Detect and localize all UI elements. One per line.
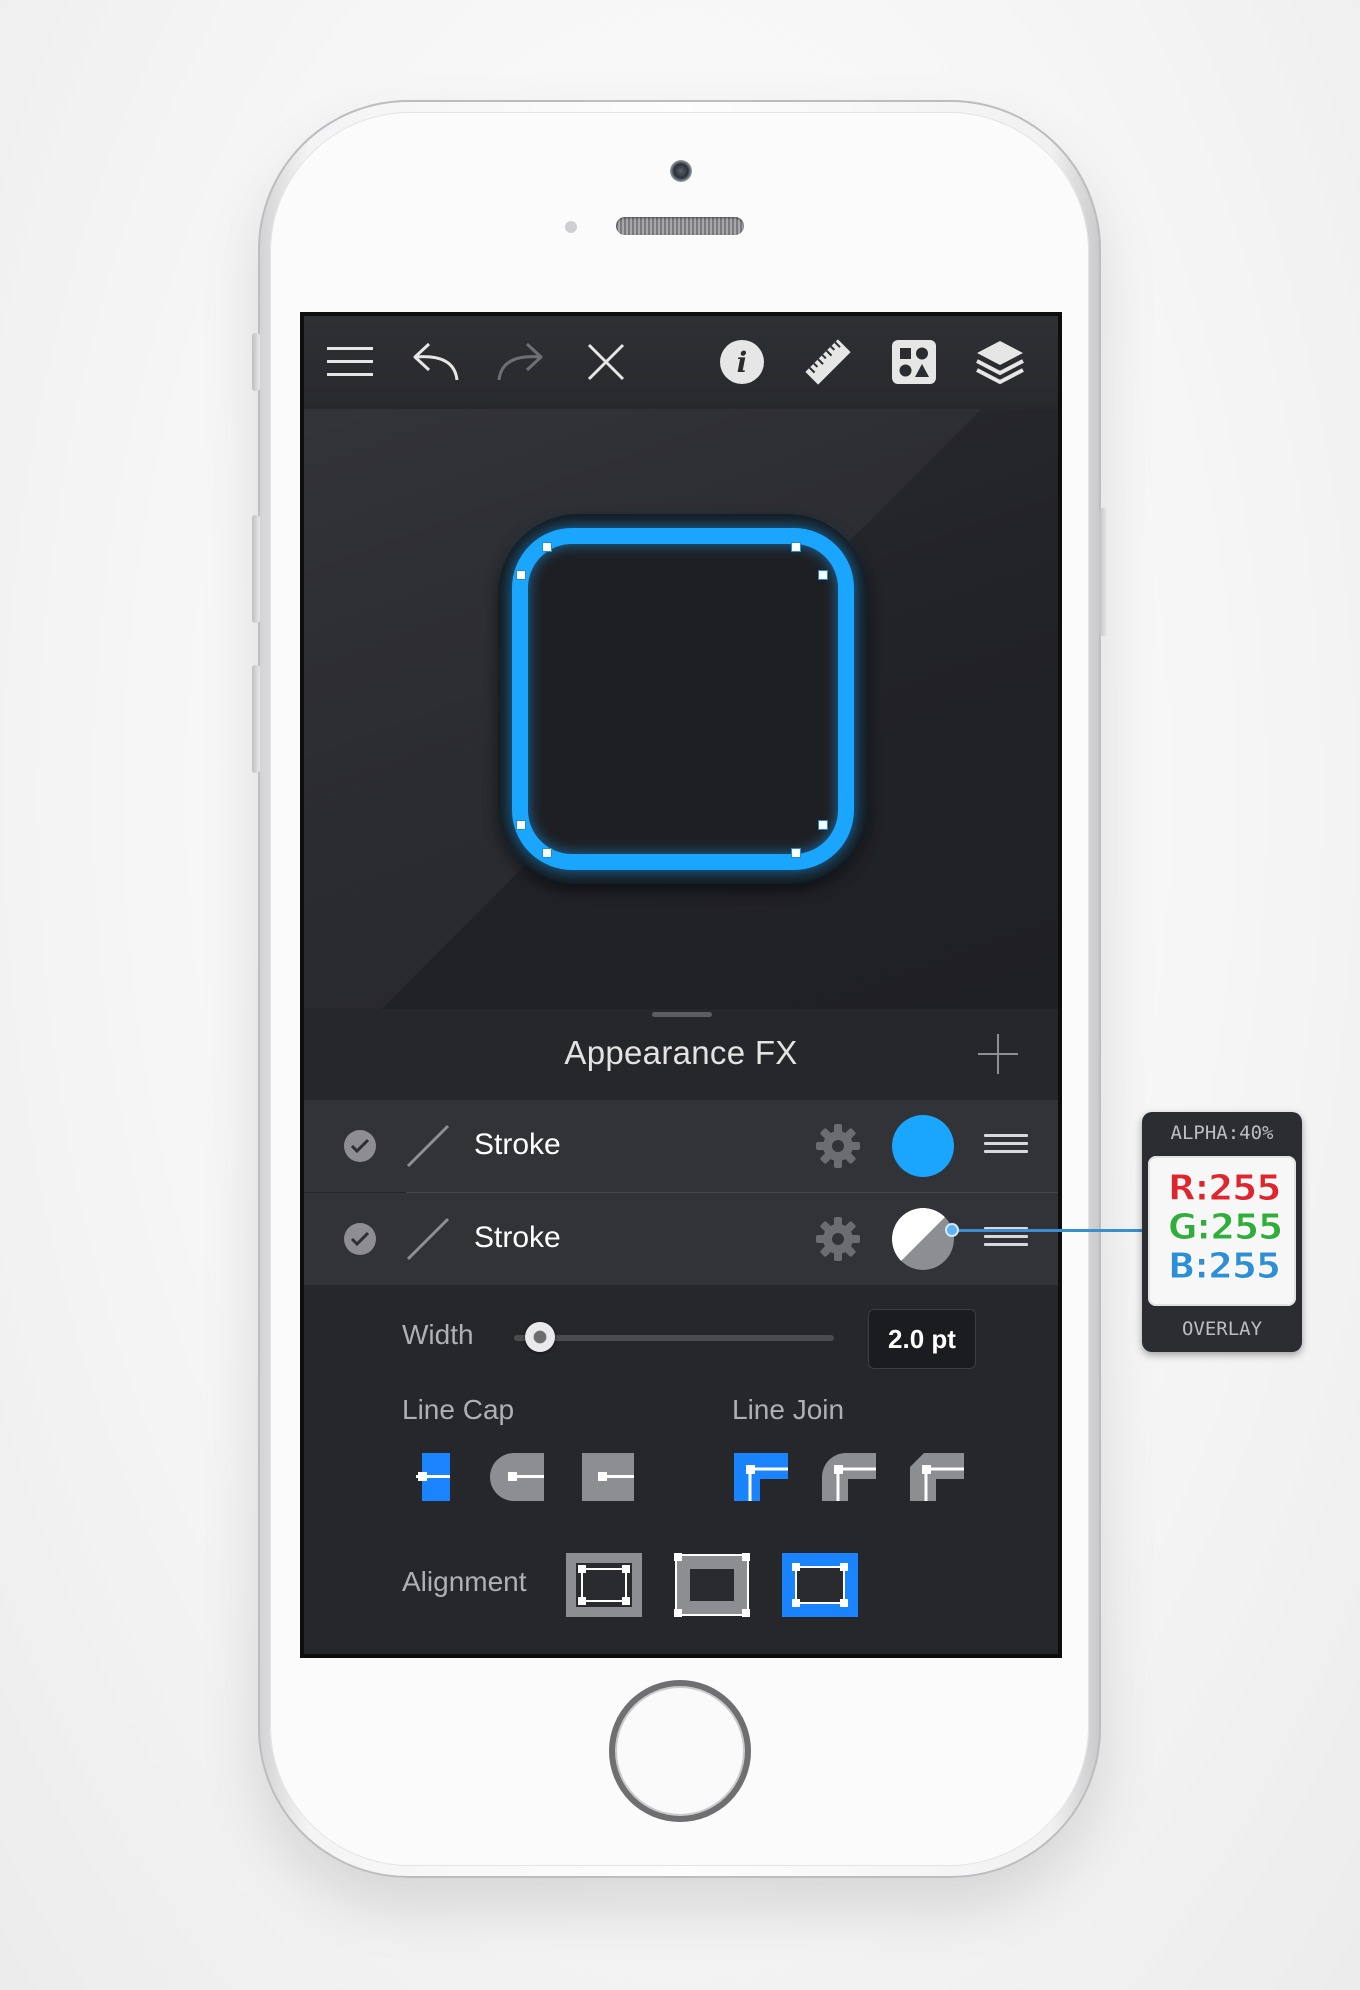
stroke-line-icon [406, 1217, 450, 1261]
gear-icon[interactable] [814, 1215, 862, 1263]
toolbar: i [304, 316, 1058, 409]
selection-handle[interactable] [516, 570, 526, 580]
close-icon [587, 343, 625, 381]
ruler-icon [805, 339, 851, 385]
checkmark-icon [350, 1231, 370, 1247]
red-value: R:255 [1168, 1168, 1282, 1210]
reorder-handle-icon[interactable] [984, 1134, 1028, 1158]
selection-handle[interactable] [542, 848, 552, 858]
selection-handle[interactable] [818, 570, 828, 580]
panel-title: Appearance FX [564, 1034, 798, 1071]
mute-switch [252, 333, 260, 391]
effect-label: Stroke [474, 1221, 561, 1254]
menu-icon [327, 347, 373, 376]
redo-icon [497, 342, 543, 381]
line-cap-label: Line Cap [402, 1394, 515, 1425]
blue-value: B:255 [1168, 1246, 1282, 1288]
alignment-label: Alignment [402, 1566, 527, 1597]
panel-grabber[interactable] [652, 1012, 712, 1017]
selection-handle[interactable] [516, 820, 526, 830]
plus-icon [978, 1034, 1018, 1074]
undo-button[interactable] [406, 334, 466, 390]
effect-label: Stroke [474, 1128, 561, 1161]
undo-icon [413, 342, 459, 381]
align-outside-icon[interactable] [782, 1553, 858, 1617]
line-join-label: Line Join [732, 1394, 845, 1425]
svg-text:i: i [737, 346, 748, 379]
power-button [1099, 508, 1107, 636]
home-button[interactable] [609, 1680, 751, 1822]
rgb-card: R:255 G:255 B:255 [1148, 1156, 1296, 1306]
close-button[interactable] [576, 334, 636, 390]
layers-button[interactable] [970, 334, 1030, 390]
square-cap-icon[interactable] [582, 1453, 634, 1501]
stroke-color-swatch[interactable] [892, 1115, 954, 1177]
checkmark-icon [350, 1138, 370, 1154]
alpha-label: ALPHA:40% [1170, 1122, 1274, 1144]
library-button[interactable] [884, 334, 944, 390]
selection-handle[interactable] [791, 848, 801, 858]
selection-handle[interactable] [542, 542, 552, 552]
ruler-button[interactable] [798, 334, 858, 390]
selection-handle[interactable] [791, 542, 801, 552]
width-label: Width [402, 1319, 474, 1350]
blend-mode-label: OVERLAY [1181, 1318, 1263, 1340]
round-join-icon[interactable] [822, 1453, 876, 1501]
width-slider[interactable] [514, 1335, 834, 1341]
selected-shape[interactable] [498, 514, 868, 884]
add-effect-button[interactable] [976, 1032, 1020, 1076]
stroke-color-swatch[interactable] [892, 1208, 954, 1270]
volume-up-button [252, 515, 260, 623]
selection-handle[interactable] [818, 820, 828, 830]
callout-anchor-dot [945, 1223, 959, 1237]
butt-cap-icon[interactable] [416, 1453, 450, 1501]
effect-enabled-checkbox[interactable] [344, 1223, 376, 1255]
redo-button[interactable] [490, 334, 550, 390]
stroke-line-icon [406, 1124, 450, 1168]
earpiece-speaker [616, 217, 744, 235]
effect-row-stroke-2[interactable]: Stroke [304, 1193, 1058, 1285]
effect-row-stroke-1[interactable]: Stroke [304, 1100, 1058, 1192]
color-overlay-callout: ALPHA:40% R:255 G:255 B:255 OVERLAY [1142, 1112, 1302, 1352]
effect-enabled-checkbox[interactable] [344, 1130, 376, 1162]
width-slider-knob[interactable] [525, 1322, 555, 1352]
proximity-sensor [565, 221, 577, 233]
round-cap-icon[interactable] [490, 1453, 544, 1501]
gear-icon[interactable] [814, 1122, 862, 1170]
align-inside-icon[interactable] [674, 1553, 750, 1617]
volume-down-button [252, 665, 260, 773]
info-icon: i [720, 340, 764, 384]
green-value: G:255 [1168, 1207, 1284, 1249]
callout-connector [952, 1229, 1144, 1232]
info-button[interactable]: i [712, 334, 772, 390]
app-screen: i Appearance FX Stroke Stroke Width 2.0 … [300, 312, 1062, 1658]
layers-icon [976, 341, 1024, 385]
menu-button[interactable] [320, 334, 380, 390]
align-center-icon[interactable] [566, 1553, 642, 1617]
rounded-square-shape[interactable] [512, 528, 854, 870]
miter-join-icon[interactable] [734, 1453, 788, 1501]
width-value-field[interactable]: 2.0 pt [868, 1309, 976, 1369]
bevel-join-icon[interactable] [910, 1453, 964, 1501]
library-icon [892, 340, 936, 384]
front-camera [670, 160, 692, 182]
